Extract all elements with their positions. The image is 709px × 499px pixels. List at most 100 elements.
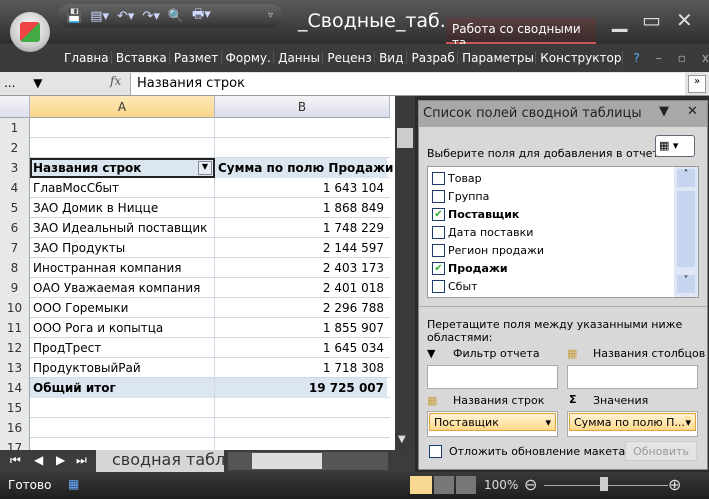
field-item[interactable]: Дата поставки	[432, 223, 533, 241]
field-item[interactable]: Товар	[432, 169, 482, 187]
cell-b[interactable]	[215, 398, 387, 418]
cell-a[interactable]: Названия строк	[30, 158, 215, 178]
office-button[interactable]	[10, 12, 50, 52]
cell-b[interactable]	[215, 118, 387, 138]
sheet-tab[interactable]: сводная табли	[96, 450, 224, 472]
expand-formula-bar-icon[interactable]: »	[688, 75, 706, 93]
cell-b[interactable]: 1 855 907	[215, 318, 387, 338]
next-sheet-icon[interactable]: ▶	[56, 453, 65, 467]
normal-view-icon[interactable]	[410, 476, 432, 494]
cell-a[interactable]: ООО Рога и копытца	[30, 318, 215, 338]
row-number[interactable]: 5	[0, 198, 30, 218]
tab-design[interactable]: Конструктор	[536, 51, 624, 65]
column-header-b[interactable]: B	[215, 96, 390, 118]
row-field-poставщик[interactable]: Поставщик ▾	[429, 413, 556, 431]
field-item[interactable]: ✔ Продажи	[432, 259, 508, 277]
column-labels-area[interactable]	[567, 365, 698, 389]
chevron-down-icon[interactable]: ▼	[33, 76, 42, 90]
field-checkbox[interactable]	[432, 189, 445, 203]
redo-icon[interactable]: ↷▾	[142, 9, 159, 24]
close-button[interactable]: ✕	[676, 8, 693, 32]
cell-b[interactable]: 1 748 229	[215, 218, 387, 238]
print-icon[interactable]: 🖶▾	[192, 5, 211, 27]
row-number[interactable]: 16	[0, 418, 30, 438]
cell-a[interactable]: ПродТрест	[30, 338, 215, 358]
row-number[interactable]: 11	[0, 318, 30, 338]
row-labels-filter-dropdown[interactable]: ▼	[198, 161, 212, 175]
cell-a[interactable]: ПродуктовыйРай	[30, 358, 215, 378]
field-item[interactable]: ✔ Поставщик	[432, 205, 519, 223]
field-checkbox[interactable]	[432, 225, 445, 239]
field-item[interactable]: Регион продажи	[432, 241, 544, 259]
insert-function-icon[interactable]: fx	[110, 74, 121, 88]
chevron-down-icon[interactable]: ▾	[545, 416, 551, 429]
maximize-button[interactable]: ▭	[642, 8, 661, 32]
cell-b[interactable]: 2 403 173	[215, 258, 387, 278]
row-number[interactable]: 1	[0, 118, 30, 138]
save-icon[interactable]: 💾	[66, 9, 82, 24]
cell-b[interactable]: 2 296 788	[215, 298, 387, 318]
ribbon-close-icon[interactable]: x	[702, 51, 709, 65]
minimize-button[interactable]: ▁	[612, 8, 627, 32]
field-scroll-thumb[interactable]	[677, 191, 695, 267]
formula-input[interactable]: Названия строк	[130, 73, 685, 95]
cell-a[interactable]: Иностранная компания	[30, 258, 215, 278]
cell-b[interactable]: Сумма по полю Продажи	[215, 158, 393, 178]
row-number[interactable]: 13	[0, 358, 30, 378]
cell-b[interactable]	[215, 138, 387, 158]
scroll-up-icon[interactable]: ˄	[677, 169, 695, 187]
cell-a[interactable]	[30, 398, 215, 418]
cell-a[interactable]: ЗАО Домик в Ницце	[30, 198, 215, 218]
prev-sheet-icon[interactable]: ◀	[34, 453, 43, 467]
macro-record-icon[interactable]: ▦	[68, 477, 79, 491]
horizontal-scrollbar[interactable]	[228, 452, 388, 470]
zoom-out-icon[interactable]: ⊖	[524, 475, 537, 494]
report-filter-area[interactable]	[427, 365, 558, 389]
cell-b[interactable]: 1 868 849	[215, 198, 387, 218]
field-checkbox[interactable]: ✔	[432, 207, 445, 221]
ribbon-minimize-icon[interactable]: –	[656, 51, 662, 65]
tab-home[interactable]: Главна	[60, 51, 112, 65]
field-checkbox[interactable]	[432, 279, 445, 293]
row-number[interactable]: 3	[0, 158, 30, 178]
layout-options-button[interactable]: ▦ ▾	[655, 135, 695, 157]
cell-b[interactable]: 19 725 007	[215, 378, 387, 398]
cell-a[interactable]: ЗАО Продукты	[30, 238, 215, 258]
tab-review[interactable]: Реценз	[323, 51, 376, 65]
scroll-down-icon[interactable]: ˅	[677, 275, 695, 293]
cell-a[interactable]: ООО Горемыки	[30, 298, 215, 318]
cell-b[interactable]: 1 718 308	[215, 358, 387, 378]
customize-qat-icon[interactable]: ▿	[268, 10, 273, 21]
column-header-a[interactable]: A	[30, 96, 215, 118]
row-number[interactable]: 2	[0, 138, 30, 158]
scroll-thumb[interactable]	[397, 128, 413, 148]
cell-b[interactable]: 1 643 104	[215, 178, 387, 198]
cell-b[interactable]: 2 401 018	[215, 278, 387, 298]
cell-a[interactable]: ЗАО Идеальный поставщик	[30, 218, 215, 238]
ribbon-restore-icon[interactable]: ▫	[678, 51, 686, 65]
zoom-in-icon[interactable]: ⊕	[668, 475, 681, 494]
field-checkbox[interactable]: ✔	[432, 261, 445, 275]
tab-developer[interactable]: Разраб	[407, 51, 459, 65]
first-sheet-icon[interactable]: ⏮	[10, 453, 21, 468]
row-number[interactable]: 17	[0, 438, 30, 450]
chevron-down-icon[interactable]: ▾	[685, 416, 691, 429]
zoom-slider-thumb[interactable]	[600, 477, 608, 491]
select-all-corner[interactable]	[0, 96, 30, 118]
page-layout-view-icon[interactable]	[434, 476, 454, 494]
cell-a[interactable]	[30, 438, 215, 450]
cell-b[interactable]: 2 144 597	[215, 238, 387, 258]
update-button[interactable]: Обновить	[625, 441, 697, 461]
row-number[interactable]: 7	[0, 238, 30, 258]
value-field-sum[interactable]: Сумма по полю П... ▾	[569, 413, 696, 431]
help-icon[interactable]: ?	[633, 51, 639, 65]
cell-a[interactable]: ОАО Уважаемая компания	[30, 278, 215, 298]
field-item[interactable]: Группа	[432, 187, 489, 205]
pane-close-icon[interactable]: ✕	[687, 104, 698, 119]
cell-a[interactable]	[30, 138, 215, 158]
vertical-scrollbar[interactable]: ▲ ▼	[395, 96, 415, 450]
cell-a[interactable]: ГлавМосСбыт	[30, 178, 215, 198]
page-break-view-icon[interactable]	[456, 476, 476, 494]
scroll-down-icon[interactable]: ▼	[398, 434, 406, 445]
save-as-icon[interactable]: ▤▾	[90, 9, 109, 24]
